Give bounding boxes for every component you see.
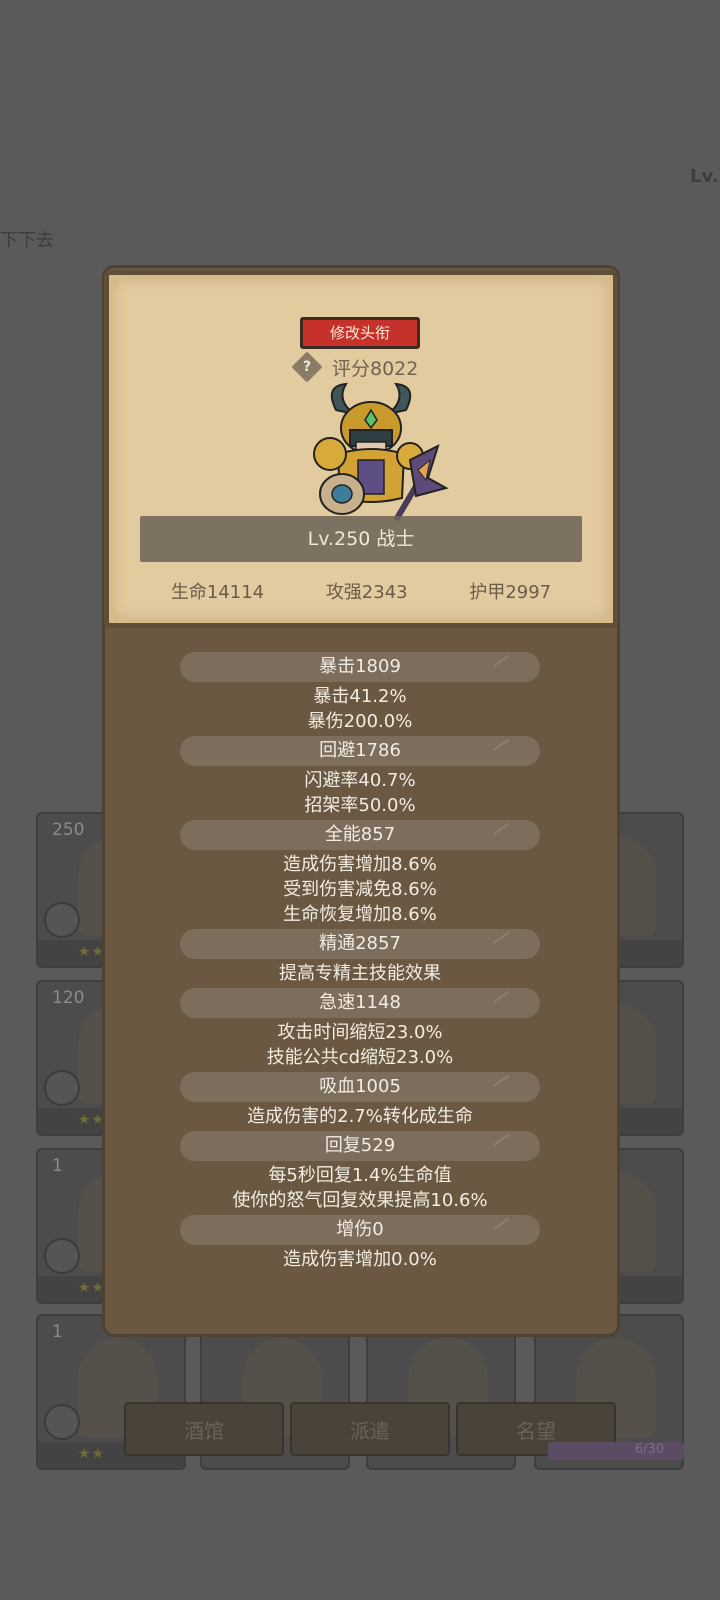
stat-attack-power: 攻强2343 <box>325 582 408 603</box>
score-text: 评分8022 <box>332 357 419 380</box>
level-class-banner: Lv.250 战士 <box>140 516 582 562</box>
base-stats-row: 生命14114 攻强2343 护甲2997 <box>140 578 582 608</box>
stat-detail: 暴伤200.0% <box>307 711 413 732</box>
tab-dispatch[interactable]: 派遣 <box>290 1402 450 1456</box>
stat-health: 生命14114 <box>170 582 265 603</box>
hero-card-count: 1 <box>52 1322 63 1342</box>
warrior-avatar-icon <box>313 382 449 522</box>
edit-title-button[interactable]: 修改头衔 <box>300 317 420 349</box>
stat-detail: 暴击41.2% <box>313 686 407 707</box>
stat-detail: 造成伤害的2.7%转化成生命 <box>247 1106 473 1127</box>
stat-detail: 造成伤害增加0.0% <box>283 1249 437 1270</box>
help-icon-glyph: ? <box>302 359 312 375</box>
hero-card-count: 250 <box>52 820 85 840</box>
hero-card-count: 1 <box>52 1156 63 1176</box>
stat-group-header: 吸血1005 <box>180 1072 540 1102</box>
score-row: ? 评分8022 <box>291 351 419 383</box>
tab-tavern[interactable]: 酒馆 <box>124 1402 284 1456</box>
stat-detail: 生命恢复增加8.6% <box>283 904 437 925</box>
progress-text: 6/30 <box>634 1442 664 1457</box>
stat-detail: 造成伤害增加8.6% <box>283 854 437 875</box>
stat-group-header: 回复529 <box>180 1131 540 1161</box>
stat-detail: 每5秒回复1.4%生命值 <box>268 1165 452 1186</box>
question-diamond-icon[interactable]: ? <box>291 351 323 383</box>
stat-detail: 提高专精主技能效果 <box>279 963 441 984</box>
equipment-slot-icon <box>44 1238 80 1274</box>
equipment-slot-icon <box>44 1070 80 1106</box>
stat-detail: 闪避率40.7% <box>304 770 416 791</box>
hero-card-count: 120 <box>52 988 85 1008</box>
equipment-slot-icon <box>44 902 80 938</box>
stat-group-header: 回避1786 <box>180 736 540 766</box>
background-side-text: 下下去 <box>0 230 54 251</box>
stat-detail: 攻击时间缩短23.0% <box>277 1022 443 1043</box>
stat-group-header: 全能857 <box>180 820 540 850</box>
stat-group-header: 暴击1809 <box>180 652 540 682</box>
secondary-stats-list: 暴击1809 暴击41.2% 暴伤200.0% 回避1786 闪避率40.7% … <box>180 650 540 1272</box>
equipment-slot-icon <box>44 1404 80 1440</box>
hero-stars: ★★ <box>78 1446 106 1462</box>
stat-group-header: 增伤0 <box>180 1215 540 1245</box>
stat-detail: 招架率50.0% <box>304 795 416 816</box>
stat-detail: 技能公共cd缩短23.0% <box>266 1047 454 1068</box>
stat-detail: 使你的怒气回复效果提高10.6% <box>232 1190 488 1211</box>
stat-detail: 受到伤害减免8.6% <box>283 879 437 900</box>
stat-armor: 护甲2997 <box>469 582 552 603</box>
progress-bar: 6/30 <box>548 1442 684 1460</box>
stat-group-header: 急速1148 <box>180 988 540 1018</box>
background-level-text: Lv.1 <box>690 166 720 187</box>
stat-group-header: 精通2857 <box>180 929 540 959</box>
